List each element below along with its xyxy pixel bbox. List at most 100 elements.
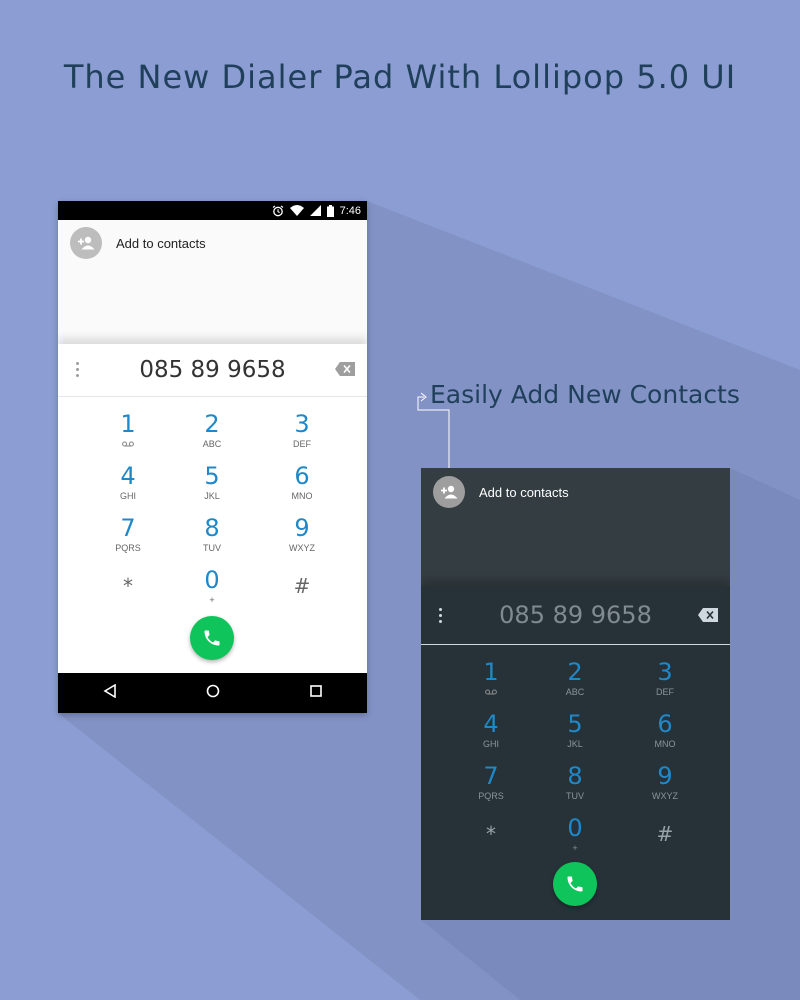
key-digit: 7 [483,762,499,790]
dialpad-key[interactable]: 8 TUV [545,763,605,811]
voicemail-icon [98,438,158,450]
dialpad-key[interactable]: 1 [461,659,521,707]
key-letters: + [209,595,215,605]
dialpad-key[interactable]: 2 ABC [545,659,605,707]
add-contact-icon [70,227,102,259]
key-letters: DEF [656,687,674,697]
key-digit: 8 [567,762,583,790]
key-digit: * [486,822,496,846]
key-digit: 9 [657,762,673,790]
dialpad-key[interactable]: 6 MNO [635,711,695,759]
key-letters: GHI [482,739,499,749]
phone-icon [204,630,220,646]
call-button[interactable] [553,862,597,906]
backspace-icon[interactable] [335,362,355,381]
key-digit: # [656,822,674,846]
wifi-icon [289,205,304,216]
key-digit: * [123,574,133,598]
key-digit: 2 [204,410,220,438]
key-letters: TUV [566,791,584,801]
key-digit: 3 [657,658,673,686]
backspace-icon[interactable] [698,608,718,627]
dialpad-key[interactable]: 3 DEF [272,411,332,459]
dialpad-key[interactable]: 0 + [182,567,242,615]
key-letters: JKL [204,491,220,501]
dialpad-key[interactable]: 2 ABC [182,411,242,459]
key-digit: 5 [567,710,583,738]
add-to-contacts-label: Add to contacts [116,235,206,251]
dialpad-key[interactable]: # [635,815,695,863]
key-letters: PQRS [478,791,504,801]
key-letters: MNO [291,491,313,501]
dialpad-key[interactable]: 7 PQRS [461,763,521,811]
dialpad-key[interactable]: 8 TUV [182,515,242,563]
dark-dialer-screen: Add to contacts 085 89 9658 1 2 ABC 3 DEF 4 GH… [421,468,730,920]
home-icon[interactable] [206,684,220,703]
light-dialer-screen: 7:46 Add to contacts 085 89 9658 1 2 ABC 3 D… [58,201,367,713]
add-to-contacts-row[interactable]: Add to contacts [433,476,569,508]
key-digit: 7 [120,514,136,542]
key-letters: + [572,843,578,853]
key-letters: ABC [202,439,222,449]
dialpad-key[interactable]: 9 WXYZ [272,515,332,563]
key-letters: TUV [203,543,221,553]
alarm-icon [272,205,284,217]
key-digit: 0 [204,566,220,594]
dialpad-key[interactable]: 4 GHI [461,711,521,759]
dialpad-key[interactable]: 6 MNO [272,463,332,511]
dialpad-key[interactable]: * [98,567,158,615]
dialpad-key[interactable]: * [461,815,521,863]
call-button[interactable] [190,616,234,660]
voicemail-icon [461,686,521,698]
dialpad-key[interactable]: # [272,567,332,615]
key-digit: 6 [294,462,310,490]
add-to-contacts-row[interactable]: Add to contacts [70,227,206,259]
key-digit: 5 [204,462,220,490]
battery-icon [326,204,334,217]
dialpad-key[interactable]: 7 PQRS [98,515,158,563]
dialpad-key[interactable]: 9 WXYZ [635,763,695,811]
dialpad-keys: 1 2 ABC 3 DEF 4 GHI 5 JKL 6 MNO 7 PQRS 8 TUV 9 WXYZ * 0 + # [421,645,730,865]
add-contact-icon [433,476,465,508]
navigation-bar [58,673,367,713]
overflow-menu-icon[interactable] [76,362,79,377]
key-digit: 0 [567,814,583,842]
dialpad-key[interactable]: 5 JKL [182,463,242,511]
add-to-contacts-label: Add to contacts [479,484,569,500]
back-icon[interactable] [103,683,117,703]
dialpad-key[interactable]: 4 GHI [98,463,158,511]
key-letters: JKL [567,739,583,749]
signal-icon [309,205,321,216]
status-bar: 7:46 [58,201,367,220]
dialpad: 085 89 9658 1 2 ABC 3 DEF 4 GHI 5 JKL 6 MNO 7 PQRS 8 T… [58,344,367,674]
key-digit: 3 [294,410,310,438]
key-digit: 2 [567,658,583,686]
dialed-number[interactable]: 085 89 9658 [499,601,652,629]
key-digit: 1 [120,410,136,438]
key-digit: 9 [294,514,310,542]
dialpad-keys: 1 2 ABC 3 DEF 4 GHI 5 JKL 6 MNO 7 PQRS 8 TUV 9 WXYZ * 0 + # [58,397,367,617]
number-display-row: 085 89 9658 [58,344,367,397]
key-letters: WXYZ [289,543,315,553]
key-letters: ABC [565,687,585,697]
key-letters: PQRS [115,543,141,553]
number-display-row: 085 89 9658 [421,586,730,645]
dialed-number[interactable]: 085 89 9658 [139,357,285,383]
key-digit: 1 [483,658,499,686]
dialpad: 085 89 9658 1 2 ABC 3 DEF 4 GHI 5 JKL 6 MNO 7 PQRS 8 T… [421,586,730,920]
dialpad-key[interactable]: 1 [98,411,158,459]
key-digit: 8 [204,514,220,542]
recents-icon[interactable] [310,684,322,702]
key-letters: WXYZ [652,791,678,801]
key-letters: DEF [293,439,311,449]
key-digit: 4 [483,710,499,738]
key-letters: MNO [654,739,676,749]
dialpad-key[interactable]: 0 + [545,815,605,863]
key-digit: 4 [120,462,136,490]
feature-caption: Easily Add New Contacts [430,380,740,409]
dialpad-key[interactable]: 3 DEF [635,659,695,707]
overflow-menu-icon[interactable] [439,608,442,623]
dialpad-key[interactable]: 5 JKL [545,711,605,759]
key-letters: GHI [119,491,136,501]
status-time: 7:46 [339,204,361,217]
